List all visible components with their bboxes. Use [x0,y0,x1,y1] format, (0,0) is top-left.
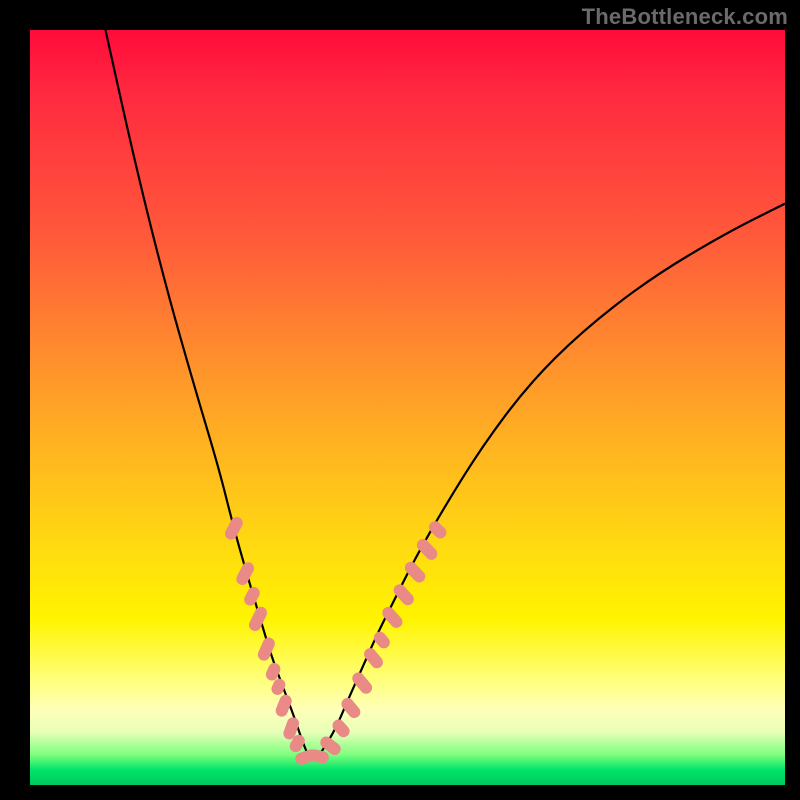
curve-marker [362,646,386,671]
curve-marker [391,582,416,608]
curve-marker [371,629,392,651]
chart-frame: TheBottleneck.com [0,0,800,800]
curve-marker [380,604,405,630]
curve-marker [426,519,449,541]
curve-marker [330,717,352,740]
curve-marker [402,559,427,585]
watermark-text: TheBottleneck.com [582,4,788,30]
curve-marker [414,537,439,563]
marker-group [223,515,449,767]
curve-marker [242,585,262,608]
curve-marker [247,605,269,633]
plot-area [30,30,785,785]
curve-marker [223,515,245,542]
bottleneck-curve [106,30,786,759]
chart-svg [30,30,785,785]
curve-marker [339,695,363,720]
curve-marker [234,560,256,587]
curve-marker [350,670,375,696]
